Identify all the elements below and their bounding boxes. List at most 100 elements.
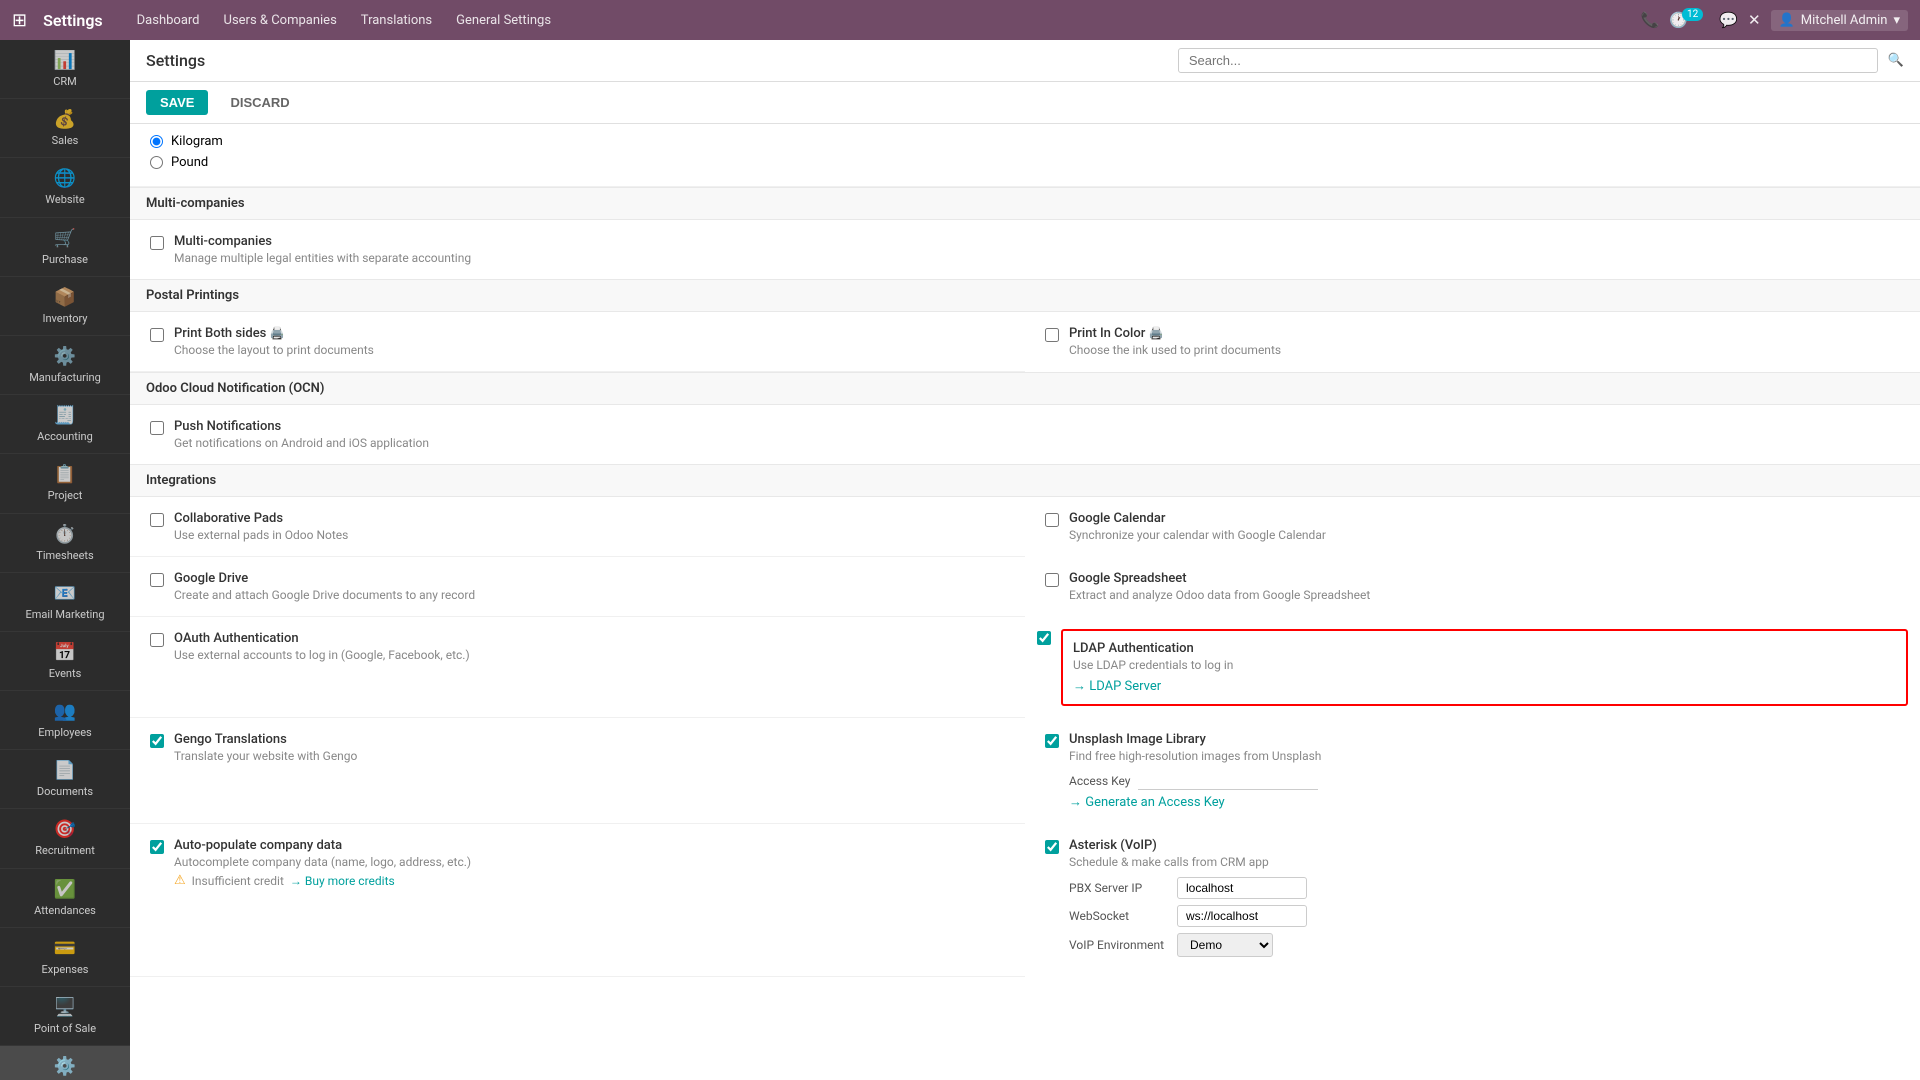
setting-ldap-auth: LDAP Authentication Use LDAP credentials… (1025, 617, 1920, 718)
sidebar-item-employees[interactable]: 👥 Employees (0, 691, 130, 750)
integrations-row-1: Collaborative Pads Use external pads in … (130, 497, 1920, 557)
sidebar-item-manufacturing[interactable]: ⚙️ Manufacturing (0, 336, 130, 395)
setting-multi-companies: Multi-companies Manage multiple legal en… (130, 220, 1920, 279)
weight-radio-kilogram[interactable] (150, 135, 163, 148)
sidebar-item-email-marketing[interactable]: 📧 Email Marketing (0, 573, 130, 632)
sidebar-item-point-of-sale[interactable]: 🖥️ Point of Sale (0, 987, 130, 1046)
checkbox-multi-companies[interactable] (150, 236, 164, 250)
search-icon: 🔍 (1888, 53, 1904, 68)
generate-access-key-link[interactable]: Generate an Access Key (1069, 795, 1225, 810)
voip-pbx-input[interactable] (1177, 877, 1307, 899)
checkbox-oauth-auth[interactable] (150, 633, 164, 647)
weight-option-kilogram: Kilogram (150, 134, 1900, 149)
search-bar (1178, 48, 1878, 73)
sidebar-item-accounting[interactable]: 🧾 Accounting (0, 395, 130, 454)
topbar: ⊞ Settings Dashboard Users & Companies T… (0, 0, 1920, 40)
section-integrations: Integrations Collaborative Pads Use exte… (130, 464, 1920, 977)
nav-translations[interactable]: Translations (351, 9, 442, 32)
sidebar-item-expenses[interactable]: 💳 Expenses (0, 928, 130, 987)
sidebar-item-general-settings[interactable]: ⚙️ General Settings (0, 1046, 130, 1080)
integrations-row-3: OAuth Authentication Use external accoun… (130, 617, 1920, 718)
checkbox-push-notifications[interactable] (150, 421, 164, 435)
nav-users-companies[interactable]: Users & Companies (214, 9, 347, 32)
content-area: Kilogram Pound Multi-companies (130, 124, 1920, 1080)
weight-radio-pound[interactable] (150, 156, 163, 169)
voip-websocket-input[interactable] (1177, 905, 1307, 927)
email-marketing-icon: 📧 (54, 583, 76, 604)
section-ocn: Odoo Cloud Notification (OCN) Push Notif… (130, 372, 1920, 464)
setting-google-drive: Google Drive Create and attach Google Dr… (130, 557, 1025, 617)
voip-websocket-row: WebSocket (1069, 905, 1900, 927)
checkbox-print-both-sides[interactable] (150, 328, 164, 342)
user-menu[interactable]: 👤 Mitchell Admin ▾ (1771, 10, 1908, 31)
checkbox-auto-populate[interactable] (150, 840, 164, 854)
checkbox-unsplash[interactable] (1045, 734, 1059, 748)
setting-push-notifications: Push Notifications Get notifications on … (130, 405, 1920, 464)
topbar-right: 📞 🕐 12 💬 ✕ 👤 Mitchell Admin ▾ (1641, 10, 1908, 31)
sidebar-item-purchase[interactable]: 🛒 Purchase (0, 218, 130, 277)
apps-icon[interactable]: ⊞ (12, 10, 27, 31)
sidebar-item-events[interactable]: 📅 Events (0, 632, 130, 691)
checkbox-google-calendar[interactable] (1045, 513, 1059, 527)
checkbox-google-drive[interactable] (150, 573, 164, 587)
buy-credits-link[interactable]: Buy more credits (290, 874, 395, 888)
accounting-icon: 🧾 (54, 405, 76, 426)
section-header-integrations: Integrations (130, 464, 1920, 497)
badge-count: 12 (1682, 8, 1703, 21)
setting-asterisk-voip: Asterisk (VoIP) Schedule & make calls fr… (1025, 824, 1920, 977)
website-icon: 🌐 (54, 168, 76, 189)
checkbox-collaborative-pads[interactable] (150, 513, 164, 527)
weight-section: Kilogram Pound (130, 124, 1920, 187)
purchase-icon: 🛒 (54, 228, 76, 249)
weight-option-pound: Pound (150, 155, 1900, 170)
ldap-server-link[interactable]: LDAP Server (1073, 679, 1161, 694)
checkbox-asterisk-voip[interactable] (1045, 840, 1059, 854)
sidebar-item-attendances[interactable]: ✅ Attendances (0, 869, 130, 928)
setting-print-both-sides: Print Both sides 🖨️ Choose the layout to… (130, 312, 1025, 372)
postal-printings-cols: Print Both sides 🖨️ Choose the layout to… (130, 312, 1920, 372)
save-button[interactable]: SAVE (146, 90, 208, 115)
checkbox-gengo-translations[interactable] (150, 734, 164, 748)
checkbox-ldap-auth[interactable] (1037, 631, 1051, 645)
checkbox-google-spreadsheet[interactable] (1045, 573, 1059, 587)
nav-general-settings[interactable]: General Settings (446, 9, 561, 32)
integrations-row-2: Google Drive Create and attach Google Dr… (130, 557, 1920, 617)
recruitment-icon: 🎯 (54, 819, 76, 840)
app-title: Settings (43, 11, 103, 30)
timesheets-icon: ⏱️ (54, 524, 76, 545)
phone-icon[interactable]: 📞 (1641, 11, 1660, 29)
sidebar-item-sales[interactable]: 💰 Sales (0, 99, 130, 158)
section-header-postal-printings: Postal Printings (130, 279, 1920, 312)
events-icon: 📅 (54, 642, 76, 663)
sidebar-item-website[interactable]: 🌐 Website (0, 158, 130, 217)
sales-icon: 💰 (54, 109, 76, 130)
employees-icon: 👥 (54, 701, 76, 722)
subheader: Settings 🔍 (130, 40, 1920, 82)
project-icon: 📋 (54, 464, 76, 485)
discard-button[interactable]: DISCARD (216, 90, 303, 115)
inventory-icon: 📦 (54, 287, 76, 308)
insufficient-credit: ⚠ Insufficient credit Buy more credits (174, 873, 1005, 888)
attendances-icon: ✅ (54, 879, 76, 900)
checkbox-print-in-color[interactable] (1045, 328, 1059, 342)
top-nav: Dashboard Users & Companies Translations… (127, 9, 561, 32)
general-settings-icon: ⚙️ (54, 1056, 76, 1077)
page-title: Settings (146, 51, 205, 70)
user-avatar: 👤 (1779, 13, 1795, 28)
close-icon[interactable]: ✕ (1748, 11, 1761, 29)
voip-env-select[interactable]: Demo Production (1177, 933, 1273, 957)
nav-dashboard[interactable]: Dashboard (127, 9, 210, 32)
chat-icon[interactable]: 💬 (1719, 11, 1738, 29)
sidebar-item-project[interactable]: 📋 Project (0, 454, 130, 513)
access-key-input[interactable] (1138, 771, 1318, 790)
user-name: Mitchell Admin (1801, 13, 1888, 28)
sidebar-item-recruitment[interactable]: 🎯 Recruitment (0, 809, 130, 868)
sidebar-item-timesheets[interactable]: ⏱️ Timesheets (0, 514, 130, 573)
crm-icon: 📊 (54, 50, 76, 71)
search-input[interactable] (1178, 48, 1878, 73)
sidebar-item-crm[interactable]: 📊 CRM (0, 40, 130, 99)
sidebar-item-documents[interactable]: 📄 Documents (0, 750, 130, 809)
section-header-multi-companies: Multi-companies (130, 187, 1920, 220)
main-layout: 📊 CRM 💰 Sales 🌐 Website 🛒 Purchase 📦 Inv… (0, 40, 1920, 1080)
sidebar-item-inventory[interactable]: 📦 Inventory (0, 277, 130, 336)
